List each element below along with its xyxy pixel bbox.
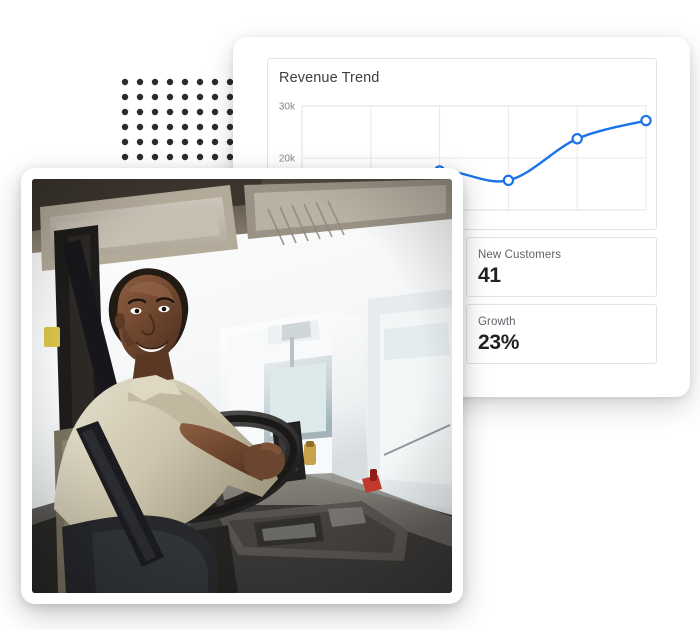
kpi-label: New Customers	[478, 249, 562, 261]
grid-dot	[196, 78, 204, 86]
grid-dot	[181, 78, 189, 86]
grid-dot	[121, 138, 129, 146]
grid-dot	[121, 78, 129, 86]
kpi-card-growth: Growth 23%	[466, 304, 657, 364]
grid-dot	[181, 108, 189, 116]
grid-dot	[166, 138, 174, 146]
grid-dot	[211, 138, 219, 146]
grid-dot	[196, 153, 204, 161]
grid-dot	[211, 108, 219, 116]
grid-dot	[121, 153, 129, 161]
chart-data-point[interactable]	[640, 114, 652, 127]
grid-dot	[166, 78, 174, 86]
grid-dot	[196, 138, 204, 146]
photo-frame	[32, 179, 452, 593]
grid-dot	[181, 138, 189, 146]
grid-dot	[136, 123, 144, 131]
grid-dot	[181, 93, 189, 101]
grid-dot	[121, 123, 129, 131]
grid-dot	[181, 123, 189, 131]
grid-dot	[151, 108, 159, 116]
grid-dot	[166, 93, 174, 101]
grid-dot	[166, 153, 174, 161]
grid-dot	[211, 93, 219, 101]
grid-dot	[136, 93, 144, 101]
grid-dot	[151, 78, 159, 86]
grid-dot	[136, 108, 144, 116]
grid-dot	[151, 93, 159, 101]
chart-ytick-label: 30k	[279, 102, 296, 113]
grid-dot	[136, 78, 144, 86]
kpi-value: 41	[478, 264, 501, 287]
grid-dot	[121, 108, 129, 116]
grid-dot	[136, 153, 144, 161]
grid-dot	[166, 108, 174, 116]
grid-dot	[196, 108, 204, 116]
grid-dot	[151, 138, 159, 146]
chart-data-point[interactable]	[502, 174, 515, 187]
kpi-label: Growth	[478, 316, 516, 328]
grid-dot	[166, 123, 174, 131]
grid-dot	[151, 153, 159, 161]
kpi-card-new-customers: New Customers 41	[466, 237, 657, 297]
grid-dot	[211, 78, 219, 86]
grid-dot	[196, 93, 204, 101]
grid-dot	[121, 93, 129, 101]
grid-dot	[151, 123, 159, 131]
chart-ytick-label: 20k	[279, 154, 296, 165]
grid-dot	[136, 138, 144, 146]
truck-driver-photo	[32, 179, 452, 593]
grid-dot	[211, 153, 219, 161]
screenshot-root: Revenue Trend 10k20k30k Total Revenue $8…	[0, 0, 700, 630]
kpi-value: 23%	[478, 331, 520, 354]
photo-card	[21, 168, 463, 604]
grid-dot	[211, 123, 219, 131]
grid-dot	[181, 153, 189, 161]
grid-dot	[196, 123, 204, 131]
chart-data-point[interactable]	[571, 133, 583, 145]
